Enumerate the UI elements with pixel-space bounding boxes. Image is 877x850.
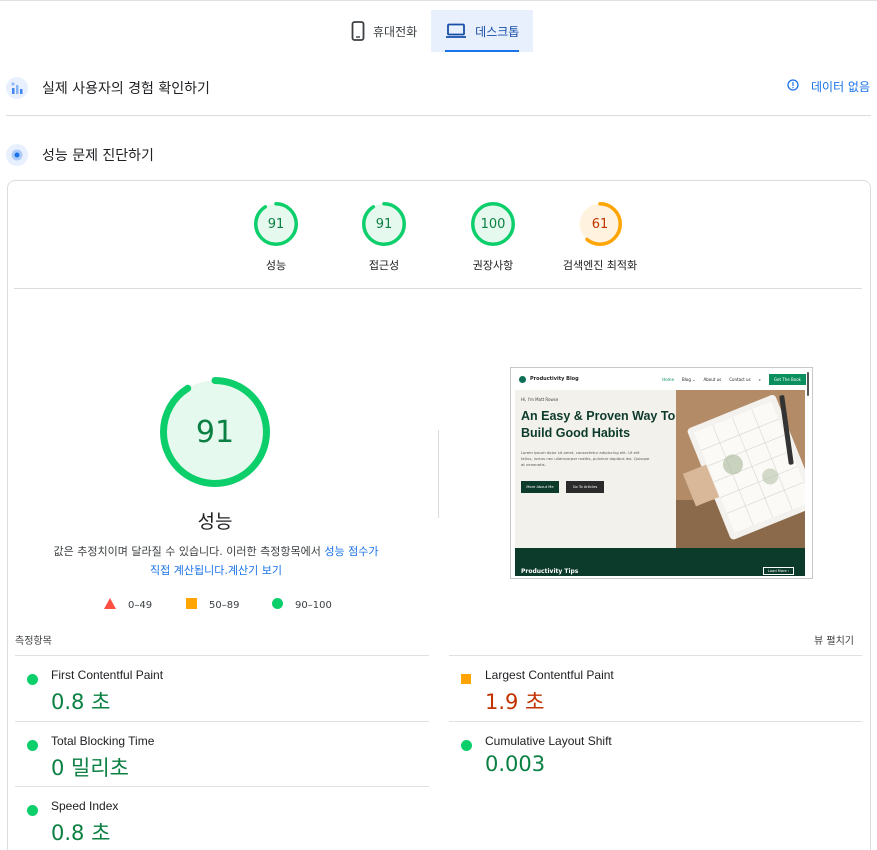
square-icon — [186, 598, 197, 612]
preview-headline: An Easy & Proven Way To Build Good Habit… — [521, 409, 676, 440]
lab-flask-icon — [6, 144, 28, 166]
gauge-score: 100 — [480, 216, 506, 232]
preview-logo-icon — [519, 375, 526, 383]
field-data-header: 실제 사용자의 경험 확인하기 — [6, 76, 871, 100]
preview-scrollbar — [807, 372, 809, 396]
legend-range: 50–89 — [209, 599, 240, 611]
expand-view-toggle[interactable]: 뷰 펼치기 — [814, 632, 854, 647]
gauge-divider — [14, 288, 862, 289]
metric-cls: Cumulative Layout Shift 0.003 — [449, 721, 862, 786]
preview-nav-item: Contact us — [729, 376, 751, 382]
good-circle-icon — [27, 801, 38, 820]
performance-label: 성능 — [197, 511, 233, 533]
metric-name: Total Blocking Time — [51, 734, 155, 748]
top-border — [0, 0, 877, 1]
metric-value: 0 밀리초 — [51, 756, 129, 780]
device-tabs: 휴대전화 데스크톱 — [337, 10, 534, 52]
preview-nav: Productivity Blog Home Blog ⌄ About us C… — [511, 368, 812, 390]
gauge-best-practices[interactable]: 100 권장사항 — [438, 202, 548, 273]
calc-text[interactable]: 직접 계산됩니다. — [150, 564, 228, 577]
legend-pass: 90–100 — [272, 598, 332, 612]
performance-score: 91 — [195, 414, 235, 450]
metric-value: 0.8 초 — [51, 690, 111, 714]
preview-body: Lorem ipsum dolor sit amet, consectetur … — [521, 450, 650, 467]
metric-fcp: First Contentful Paint 0.8 초 — [15, 655, 429, 720]
metric-value: 1.9 초 — [485, 690, 545, 714]
good-circle-icon — [27, 670, 38, 689]
preview-button-about: More About Me — [521, 481, 559, 493]
metric-name: Speed Index — [51, 799, 119, 813]
preview-nav-item: About us — [703, 376, 722, 382]
preview-greeting: Hi, I'm Matt Rowse — [521, 397, 559, 402]
good-circle-icon — [461, 736, 472, 755]
performance-gauge: 91 — [160, 377, 270, 487]
metric-value: 0.003 — [485, 752, 546, 776]
desc-text: 값은 추정치이며 달라질 수 있습니다. 이러한 측정항목에서 — [53, 545, 325, 558]
circle-icon — [272, 598, 283, 612]
lab-data-header: 성능 문제 진단하기 — [6, 143, 871, 167]
tab-desktop-label: 데스크톱 — [475, 24, 520, 39]
score-link[interactable]: 성능 점수가 — [324, 545, 378, 558]
no-data-link[interactable]: 데이터 없음 — [787, 78, 870, 95]
metrics-title: 측정항목 — [15, 636, 52, 647]
preview-footer-title: Productivity Tips — [521, 568, 579, 575]
preview-load-more: Load More › — [763, 567, 795, 575]
average-square-icon — [461, 670, 472, 689]
tab-mobile[interactable]: 휴대전화 — [337, 10, 431, 52]
preview-cta: Get The Book — [768, 373, 806, 385]
gauge-accessibility[interactable]: 91 접근성 — [329, 202, 439, 273]
final-screenshot[interactable]: Productivity Blog Home Blog ⌄ About us C… — [510, 367, 813, 579]
metric-tbt: Total Blocking Time 0 밀리초 — [15, 721, 429, 786]
metric-name: First Contentful Paint — [51, 668, 164, 682]
gauge-label: 성능 — [265, 259, 287, 272]
preview-nav-item: Home — [662, 376, 675, 382]
info-icon — [787, 79, 799, 94]
gauge-label: 권장사항 — [472, 259, 514, 272]
triangle-icon — [104, 598, 116, 612]
preview-search-icon: ⌕ — [758, 376, 761, 382]
metric-value: 0.8 초 — [51, 821, 111, 845]
users-chart-icon — [6, 77, 28, 99]
gauge-score: 91 — [267, 216, 285, 232]
legend-range: 0–49 — [128, 599, 153, 611]
no-data-label: 데이터 없음 — [810, 80, 870, 94]
score-legend: 0–49 50–89 90–100 — [0, 598, 440, 612]
legend-fail: 0–49 — [104, 598, 152, 612]
legend-range: 90–100 — [295, 599, 332, 611]
section-divider — [6, 115, 871, 116]
gauge-performance[interactable]: 91 성능 — [221, 202, 331, 273]
gauge-label: 접근성 — [368, 259, 400, 272]
good-circle-icon — [27, 736, 38, 755]
legend-average: 50–89 — [186, 598, 239, 612]
gauge-score: 91 — [375, 216, 393, 232]
mobile-phone-icon — [351, 21, 365, 41]
metrics-header: 측정항목 뷰 펼치기 — [15, 632, 854, 647]
gauge-seo[interactable]: 61 검색엔진 최적화 — [545, 202, 655, 273]
metric-lcp: Largest Contentful Paint 1.9 초 — [449, 655, 862, 720]
tab-desktop[interactable]: 데스크톱 — [431, 10, 534, 52]
gauge-score: 61 — [591, 216, 609, 232]
preview-button-articles: Go To Articles — [566, 481, 604, 493]
field-data-title: 실제 사용자의 경험 확인하기 — [42, 81, 210, 97]
metric-name: Largest Contentful Paint — [485, 668, 614, 682]
laptop-icon — [445, 23, 467, 39]
metric-si: Speed Index 0.8 초 — [15, 786, 429, 850]
tab-mobile-label: 휴대전화 — [373, 24, 418, 39]
preview-nav-item: Blog ⌄ — [682, 376, 696, 382]
lab-data-title: 성능 문제 진단하기 — [42, 148, 154, 164]
category-gauges: 91 성능 91 접근성 100 권장사항 61 검색엔진 최적화 — [0, 202, 877, 274]
gauge-label: 검색엔진 최적화 — [562, 259, 638, 272]
metric-name: Cumulative Layout Shift — [485, 734, 612, 748]
vertical-divider — [438, 430, 439, 518]
preview-brand: Productivity Blog — [530, 376, 579, 382]
performance-description: 값은 추정치이며 달라질 수 있습니다. 이러한 측정항목에서 성능 점수가 직… — [20, 542, 412, 580]
calculator-link[interactable]: 계산기 보기 — [228, 564, 282, 577]
